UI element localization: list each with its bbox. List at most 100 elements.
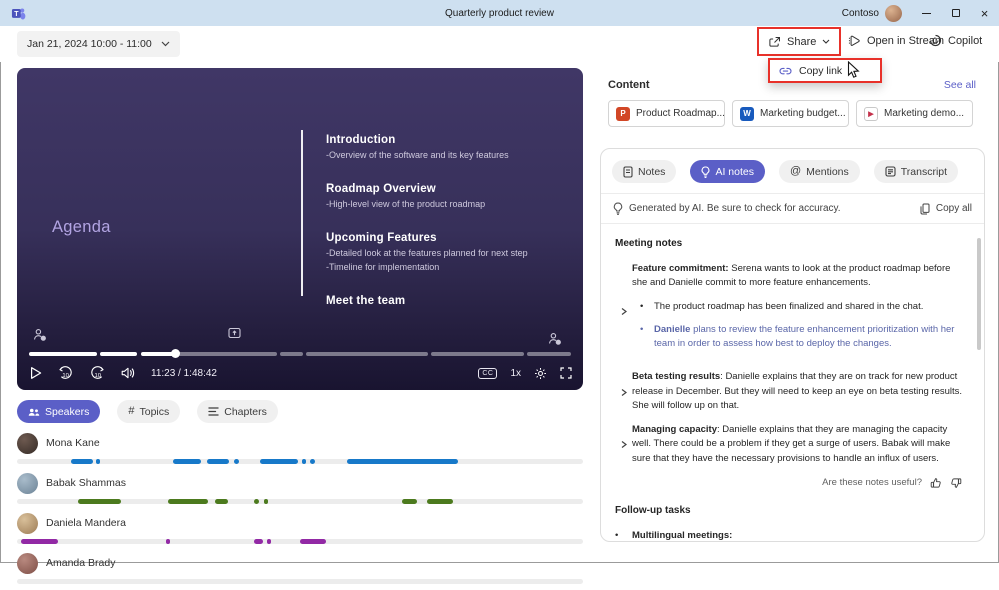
copy-all-button[interactable]: Copy all	[920, 203, 972, 215]
svg-text:10: 10	[95, 372, 102, 378]
tab-chapters[interactable]: Chapters	[197, 400, 278, 423]
speech-segment[interactable]	[78, 499, 122, 504]
close-button[interactable]: ×	[970, 0, 999, 26]
transcript-icon	[885, 166, 896, 177]
chevron-right-icon[interactable]	[615, 262, 632, 360]
chapter-segment[interactable]	[140, 352, 278, 356]
thumbs-down-button[interactable]	[950, 477, 962, 489]
speaker-name: Mona Kane	[46, 437, 100, 449]
settings-gear-button[interactable]	[534, 367, 547, 380]
speech-segment[interactable]	[346, 459, 459, 464]
bullet-dot: •	[640, 300, 644, 312]
stream-icon	[848, 34, 861, 47]
speech-segment[interactable]	[173, 459, 201, 464]
chevron-right-icon[interactable]	[615, 370, 632, 413]
speech-segment[interactable]	[263, 499, 269, 504]
svg-text:10: 10	[62, 372, 69, 378]
chapter-segment[interactable]	[527, 352, 571, 356]
tab-ai-notes[interactable]: AI notes	[690, 160, 765, 183]
speaker-row[interactable]: Amanda Brady	[17, 550, 583, 584]
speech-segment[interactable]	[234, 459, 239, 464]
account-avatar	[885, 4, 902, 22]
chapter-segment[interactable]	[431, 352, 524, 356]
speaker-timeline-track[interactable]	[17, 579, 583, 584]
minimize-button[interactable]	[912, 0, 941, 26]
see-all-link[interactable]: See all	[944, 79, 976, 91]
speech-segment[interactable]	[310, 459, 315, 464]
video-player[interactable]: Agenda Introduction -Overview of the soft…	[17, 68, 583, 390]
chevron-right-icon[interactable]	[615, 423, 632, 466]
content-card-word[interactable]: W Marketing budget...	[732, 100, 849, 127]
speaker-row[interactable]: Mona Kane	[17, 430, 583, 464]
slide-content: Introduction -Overview of the software an…	[326, 134, 571, 329]
screen-share-marker-icon[interactable]	[228, 327, 241, 339]
speaker-marker-icon[interactable]	[33, 328, 47, 342]
note-lead: Danielle	[654, 323, 691, 335]
tab-transcript[interactable]: Transcript	[873, 160, 959, 183]
speech-segment[interactable]	[254, 499, 260, 504]
speaker-timeline-track[interactable]	[17, 459, 583, 464]
word-file-icon: W	[740, 106, 754, 121]
speaker-timeline-track[interactable]	[17, 499, 583, 504]
tab-notes[interactable]: Notes	[612, 160, 677, 183]
tab-label: Transcript	[900, 165, 948, 178]
speech-segment[interactable]	[20, 539, 58, 544]
slide-section: Roadmap Overview -High-level view of the …	[326, 183, 571, 210]
speaker-avatar	[17, 512, 38, 534]
speech-segment[interactable]	[168, 499, 209, 504]
speech-segment[interactable]	[401, 499, 417, 504]
chapter-segment[interactable]	[29, 352, 97, 356]
tab-label: Speakers	[45, 405, 90, 418]
speech-segment[interactable]	[266, 539, 272, 544]
speech-segment[interactable]	[426, 499, 453, 504]
speech-segment[interactable]	[214, 499, 229, 504]
volume-button[interactable]	[121, 367, 136, 379]
date-range-dropdown[interactable]: Jan 21, 2024 10:00 - 11:00	[17, 31, 180, 57]
tab-topics[interactable]: # Topics	[117, 400, 181, 423]
forward-10-button[interactable]: 10	[89, 365, 106, 381]
speech-segment[interactable]	[301, 459, 307, 464]
playback-speed-button[interactable]: 1x	[510, 368, 521, 379]
content-card-video[interactable]: ▶ Marketing demo...	[856, 100, 973, 127]
rewind-10-button[interactable]: 10	[57, 365, 74, 381]
slide-section-heading: Upcoming Features	[326, 232, 437, 244]
speech-segment[interactable]	[300, 539, 327, 544]
chapter-segment[interactable]	[305, 352, 428, 356]
speech-segment[interactable]	[260, 459, 298, 464]
tab-speakers[interactable]: Speakers	[17, 400, 101, 423]
thumbs-up-button[interactable]	[930, 477, 942, 489]
copy-link-menu-item[interactable]: Copy link	[768, 58, 882, 83]
speaker-marker-icon[interactable]	[548, 332, 562, 346]
mouse-cursor	[847, 61, 860, 79]
copilot-icon	[929, 34, 942, 47]
toolbar: Jan 21, 2024 10:00 - 11:00 Share Open in…	[0, 26, 999, 62]
captions-button[interactable]: CC	[478, 367, 498, 379]
chapter-segment[interactable]	[100, 352, 137, 356]
content-card-label: Marketing demo...	[884, 108, 965, 119]
playhead[interactable]	[171, 349, 181, 358]
speaker-row[interactable]: Daniela Mandera	[17, 510, 583, 544]
speech-segment[interactable]	[165, 539, 171, 544]
content-card-powerpoint[interactable]: P Product Roadmap...	[608, 100, 725, 127]
share-button[interactable]: Share	[757, 27, 842, 56]
account-name: Contoso	[841, 7, 879, 19]
chapter-segment[interactable]	[280, 352, 303, 356]
speech-segment[interactable]	[254, 539, 263, 544]
video-progress-bar[interactable]	[29, 349, 571, 358]
speech-segment[interactable]	[70, 459, 93, 464]
account-button[interactable]: Contoso	[841, 4, 902, 22]
copilot-label: Copilot	[948, 34, 983, 47]
speaker-timeline-track[interactable]	[17, 539, 583, 544]
speech-segment[interactable]	[206, 459, 230, 464]
maximize-button[interactable]	[941, 0, 970, 26]
notes-scrollbar[interactable]	[977, 238, 981, 350]
copilot-button[interactable]: Copilot	[929, 34, 982, 47]
tab-mentions[interactable]: @ Mentions	[778, 160, 860, 183]
play-button[interactable]	[30, 366, 42, 380]
speech-segment[interactable]	[96, 459, 101, 464]
speaker-row[interactable]: Babak Shammas	[17, 470, 583, 504]
maximize-icon	[951, 9, 960, 17]
chevron-down-icon	[822, 39, 830, 44]
speaker-avatar	[17, 552, 38, 574]
fullscreen-button[interactable]	[560, 367, 572, 379]
